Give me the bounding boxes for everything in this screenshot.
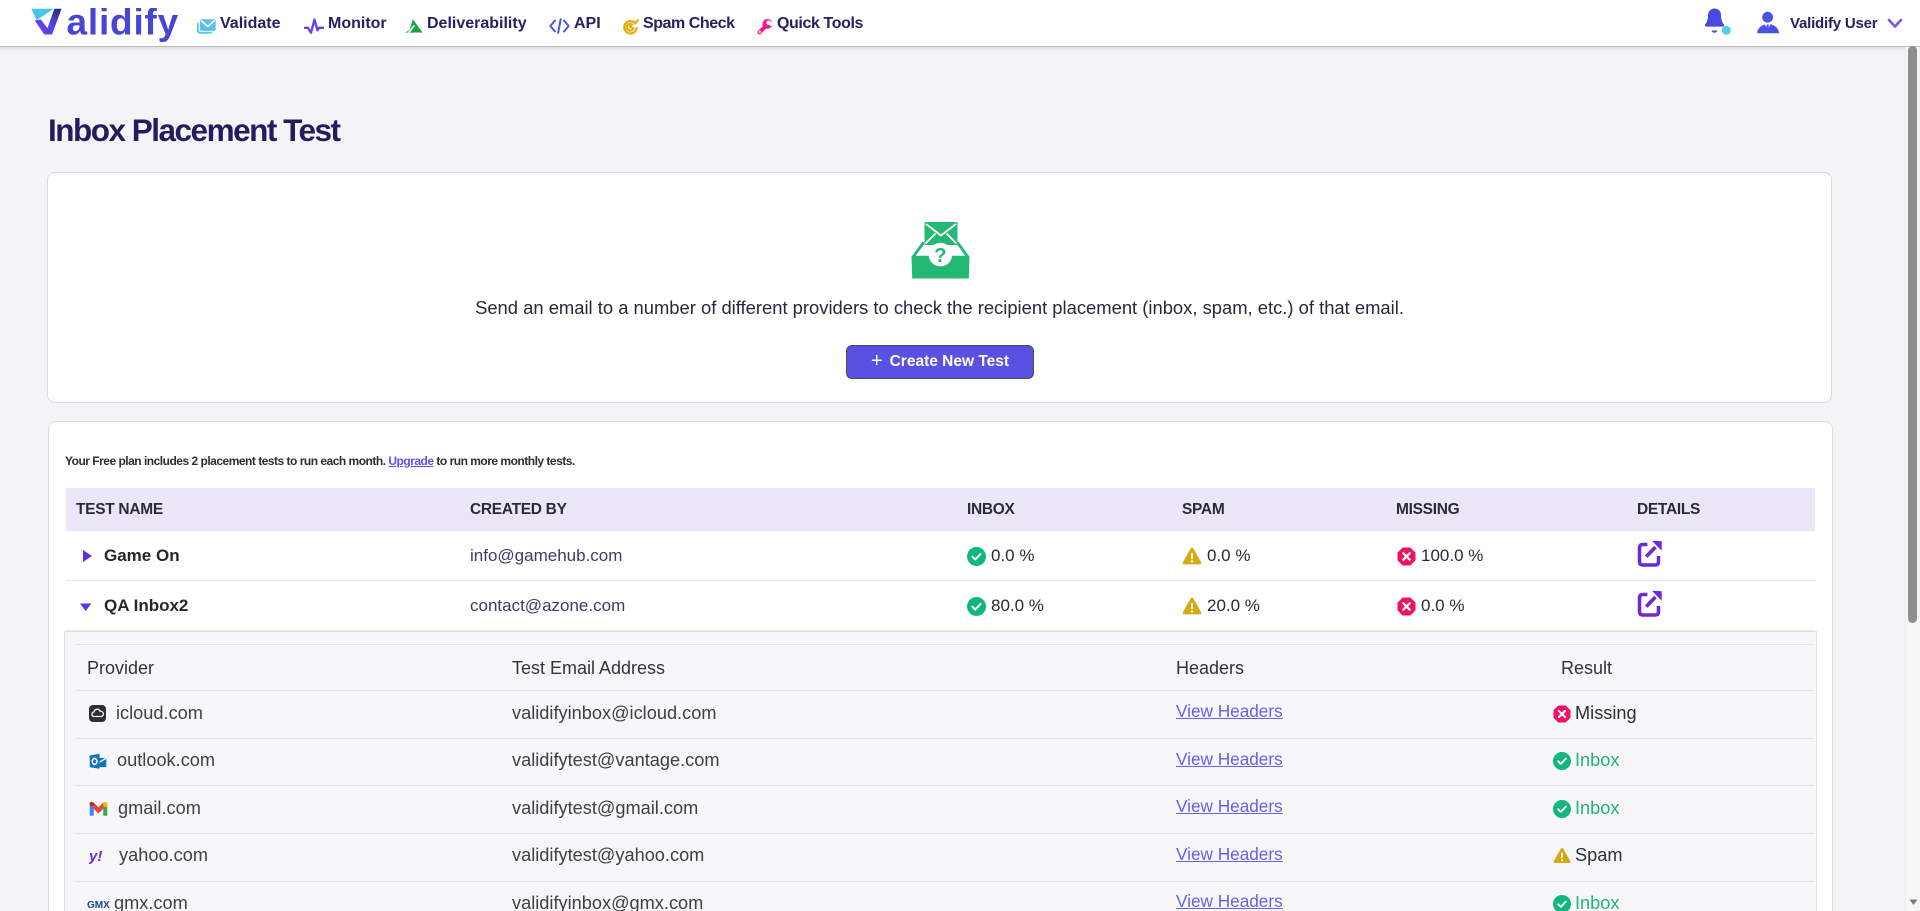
svg-text:GMX: GMX (87, 900, 110, 910)
svg-text:alidify: alidify (67, 8, 180, 43)
svg-text:y!: y! (89, 848, 102, 864)
svg-text:?: ? (934, 244, 947, 267)
